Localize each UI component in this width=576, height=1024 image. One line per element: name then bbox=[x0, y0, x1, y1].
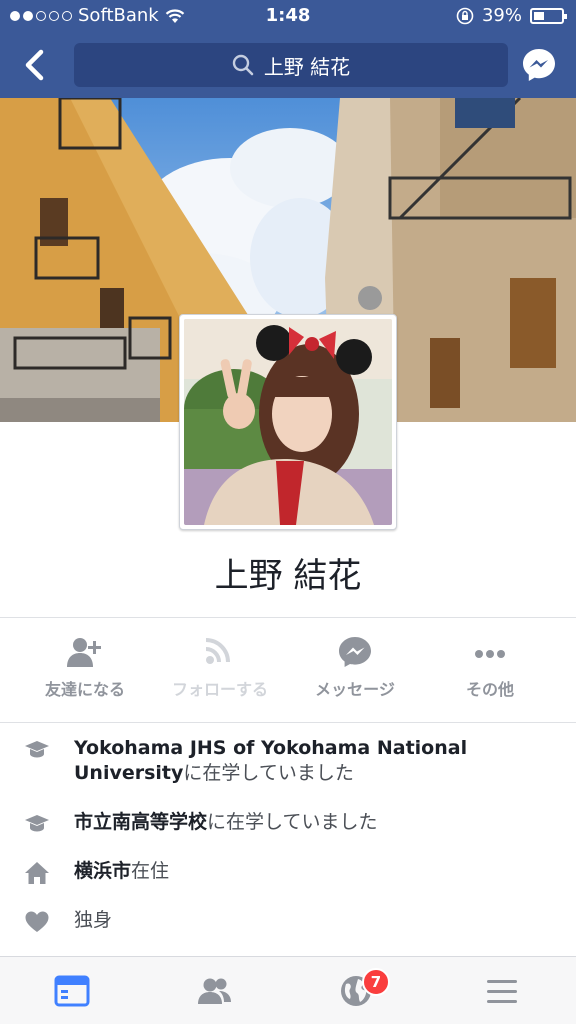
education-text: 市立南高等学校に在学していました bbox=[74, 810, 554, 835]
search-query: 上野 結花 bbox=[263, 54, 351, 79]
search-field[interactable]: 上野 結花 bbox=[74, 43, 508, 87]
follow-rss-icon bbox=[205, 638, 230, 664]
residence-status: 在住 bbox=[131, 860, 170, 882]
status-bar: SoftBank 1:48 39% bbox=[0, 0, 576, 32]
nav-row: 上野 結花 bbox=[0, 40, 576, 90]
add-friend-label: 友達になる bbox=[44, 680, 125, 699]
school-name[interactable]: 市立南高等学校 bbox=[74, 811, 207, 833]
orientation-lock-icon bbox=[456, 7, 474, 24]
more-button[interactable]: その他 bbox=[420, 636, 560, 706]
profile-name: 上野 結花 bbox=[214, 556, 362, 596]
menu-hamburger-icon[interactable] bbox=[482, 971, 522, 1011]
messenger-icon bbox=[339, 637, 371, 667]
more-label: その他 bbox=[465, 680, 514, 699]
message-label: メッセージ bbox=[315, 680, 395, 699]
education-text: Yokohama JHS of Yokohama National Univer… bbox=[74, 736, 554, 786]
home-icon bbox=[25, 862, 49, 884]
more-dots-icon bbox=[475, 650, 505, 658]
friend-requests-tab-icon[interactable] bbox=[195, 971, 235, 1011]
follow-button[interactable]: フォローする bbox=[150, 636, 290, 706]
top-bar: SoftBank 1:48 39% 上野 結花 bbox=[0, 0, 576, 98]
news-feed-tab-icon[interactable] bbox=[52, 971, 92, 1011]
search-icon bbox=[232, 54, 254, 76]
profile-actions: 友達になる フォローする メッセージ その他 bbox=[0, 636, 576, 706]
add-friend-icon bbox=[67, 638, 101, 667]
battery-percent: 39% bbox=[481, 5, 522, 26]
add-friend-button[interactable]: 友達になる bbox=[15, 636, 155, 706]
heart-icon bbox=[25, 911, 49, 932]
messenger-icon[interactable] bbox=[520, 46, 558, 84]
graduation-cap-icon bbox=[25, 741, 49, 758]
battery-icon bbox=[530, 7, 567, 24]
battery-info: 39% bbox=[456, 5, 567, 26]
divider bbox=[0, 722, 576, 723]
profile-picture-frame[interactable] bbox=[179, 314, 397, 530]
education-status: に在学していました bbox=[207, 811, 378, 833]
bottom-tab-bar bbox=[0, 956, 576, 1024]
graduation-cap-icon bbox=[25, 815, 49, 832]
back-chevron-icon[interactable] bbox=[20, 48, 50, 82]
education-status: に在学していました bbox=[183, 762, 354, 784]
divider bbox=[0, 617, 576, 618]
follow-label: フォローする bbox=[171, 680, 268, 699]
relationship-text: 独身 bbox=[74, 909, 113, 931]
profile-picture bbox=[184, 319, 392, 525]
notifications-badge: 7 bbox=[362, 968, 390, 996]
hometown-text: 横浜市在住 bbox=[74, 859, 554, 884]
city-name[interactable]: 横浜市 bbox=[74, 860, 131, 882]
message-button[interactable]: メッセージ bbox=[285, 636, 425, 706]
